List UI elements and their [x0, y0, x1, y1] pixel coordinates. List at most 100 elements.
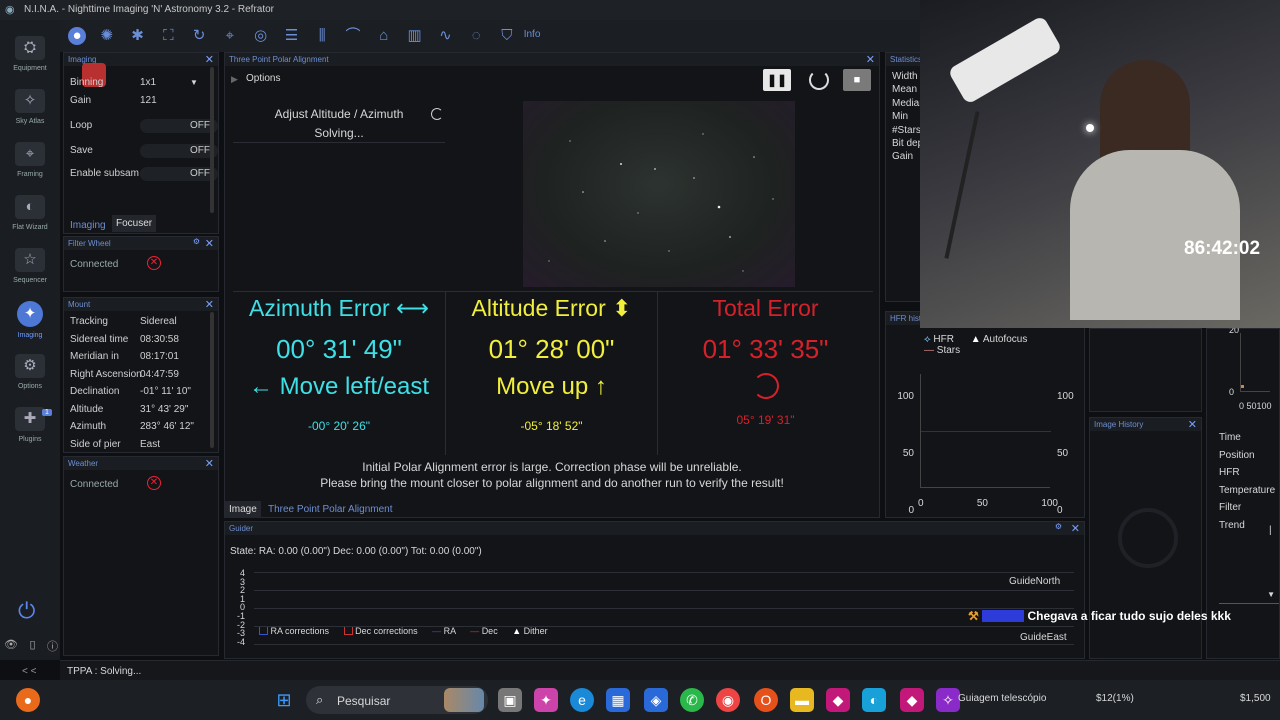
taskbar-item-guiding[interactable]: Guiagem telescópio — [958, 693, 1046, 704]
pause-button[interactable]: ❚❚ — [763, 69, 791, 91]
trend-indicator: | — [1269, 525, 1272, 536]
power-icon[interactable]: ⏻ — [18, 598, 35, 624]
camera-icon[interactable]: ● — [68, 27, 86, 45]
info-tab[interactable]: Info — [524, 29, 541, 40]
total-error: Total Error 01° 33' 35" 05° 19' 31" — [658, 291, 873, 453]
altitude-error-sub: -05° 18' 52" — [520, 419, 583, 433]
nina-icon[interactable]: ✧ — [936, 688, 960, 712]
save-toggle[interactable]: OFF — [140, 144, 218, 158]
nav-plugins[interactable]: ✚ Plugins 1 — [0, 407, 60, 454]
chrome-icon[interactable]: ◉ — [716, 688, 740, 712]
stop-button[interactable]: ■ — [843, 69, 871, 91]
app3-icon[interactable]: ◆ — [900, 688, 924, 712]
opera-icon[interactable]: O — [754, 688, 778, 712]
nav-framing[interactable]: ⌖ Framing — [0, 142, 60, 189]
settings-icon[interactable]: ⚙ — [1055, 522, 1062, 531]
binning-select[interactable]: 1x1 — [140, 77, 156, 88]
chevron-down-icon[interactable]: ▼ — [1267, 590, 1275, 599]
scrollbar[interactable] — [210, 312, 214, 448]
tab-tppa[interactable]: Three Point Polar Alignment — [264, 501, 397, 518]
house-icon[interactable]: ⌂ — [372, 25, 396, 47]
shield-icon[interactable]: ⛉ — [495, 25, 519, 47]
loop-toggle[interactable]: OFF — [140, 119, 218, 133]
file-explorer-icon[interactable]: ▬ — [790, 688, 814, 712]
wave-icon[interactable]: ∿ — [433, 25, 457, 47]
rotator-icon[interactable]: ↻ — [187, 25, 211, 47]
chat-username-badge — [982, 610, 1025, 622]
nav-sky-atlas[interactable]: ✧ Sky Atlas — [0, 89, 60, 136]
copilot-icon[interactable]: ✦ — [534, 688, 558, 712]
whatsapp-icon[interactable]: ✆ — [680, 688, 704, 712]
search-placeholder: Pesquisar — [337, 694, 391, 708]
app2-icon[interactable]: ◐ — [862, 688, 886, 712]
subsample-toggle[interactable]: OFF — [140, 167, 218, 181]
mount-row: Tracking Sidereal — [64, 313, 218, 331]
sliders-icon[interactable]: ⫼ — [310, 25, 334, 47]
close-icon[interactable]: ✕ — [1188, 418, 1197, 431]
status-bar: TPPA : Solving... — [60, 660, 1280, 680]
save-row: Save OFF — [64, 142, 218, 160]
nav-sequencer[interactable]: ☆ Sequencer — [0, 248, 60, 295]
stars — [548, 133, 774, 272]
bulb-icon[interactable]: ◌ — [464, 25, 488, 47]
tab-image[interactable]: Image — [225, 501, 261, 518]
mount-row: Altitude 31° 43' 29" — [64, 401, 218, 419]
gain-input[interactable]: 121 — [140, 95, 157, 106]
mount-panel: Mount ✕ Tracking Sidereal Sidereal time 08:3… — [63, 297, 219, 453]
dropdown[interactable]: ▼ — [1219, 586, 1279, 604]
equipment-icon: ⛭ — [15, 36, 45, 60]
scrollbar[interactable] — [210, 67, 214, 213]
obs-icon[interactable]: ◆ — [826, 688, 850, 712]
close-icon[interactable]: ✕ — [205, 457, 214, 470]
book-icon[interactable]: ▯ — [29, 638, 35, 654]
legend-dither: ▲ Dither — [512, 626, 548, 636]
telescope-icon[interactable]: ⌖ — [218, 25, 242, 47]
edge-icon[interactable]: e — [570, 688, 594, 712]
store-icon[interactable]: ▦ — [606, 688, 630, 712]
mount-key: Sidereal time — [70, 333, 129, 345]
close-icon[interactable]: ✕ — [1071, 522, 1080, 535]
connection-status: Connected — [70, 259, 119, 270]
close-icon[interactable]: ✕ — [205, 298, 214, 311]
hfr-x-axis: 0 50 100 — [918, 498, 1058, 509]
panel-title: Guider — [229, 524, 254, 533]
options-toggle[interactable]: Options — [246, 73, 280, 84]
tab-imaging[interactable]: Imaging — [66, 217, 110, 234]
webcam-overlay: 86:42:02 — [920, 0, 1280, 328]
x-ticks: 0 50100 — [1239, 401, 1272, 411]
close-icon[interactable]: ✕ — [205, 53, 214, 66]
app-icon[interactable]: ◈ — [644, 688, 668, 712]
info-icon[interactable]: ⓘ — [47, 638, 58, 654]
nav-options[interactable]: ⚙ Options — [0, 354, 60, 401]
firefox-icon[interactable]: ● — [16, 688, 40, 712]
expand-icon[interactable]: ▶ — [231, 74, 238, 85]
nav-imaging[interactable]: ✦ Imaging — [0, 301, 60, 348]
filter-wheel-icon[interactable]: ✱ — [126, 25, 150, 47]
search-box[interactable]: ⌕ Pesquisar — [306, 686, 488, 714]
legend-hfr: ⟡ HFR — [924, 334, 954, 345]
mount-row: Declination -01° 11' 10" — [64, 383, 218, 401]
dome-icon[interactable]: ⌒ — [341, 25, 365, 47]
target-icon[interactable]: ◎ — [249, 25, 273, 47]
nav-label: Sequencer — [13, 277, 47, 284]
eye-icon[interactable]: 👁 — [4, 638, 18, 654]
nav-equipment[interactable]: ⛭ Equipment — [0, 36, 60, 83]
subsample-row: Enable subsam OFF — [64, 165, 218, 183]
start-icon[interactable]: ⊞ — [272, 688, 296, 712]
chevron-down-icon[interactable]: ▼ — [190, 78, 198, 87]
settings-icon[interactable]: ⚙ — [193, 237, 200, 246]
mount-key: Tracking — [70, 316, 108, 327]
aperture-icon[interactable]: ✺ — [95, 25, 119, 47]
close-icon[interactable]: ✕ — [866, 53, 875, 66]
nav-label: Options — [17, 383, 43, 390]
list-icon[interactable]: ☰ — [279, 25, 303, 47]
bar-chart-icon[interactable]: ▥ — [403, 25, 427, 47]
task-view-icon[interactable]: ▣ — [498, 688, 522, 712]
azimuth-error: Azimuth Error ⟷ 00° 31' 49" ← Move left/… — [233, 291, 445, 453]
nav-flat-wizard[interactable]: ◐ Flat Wizard — [0, 195, 60, 242]
collapse-button[interactable]: < < — [22, 666, 36, 677]
tab-focuser[interactable]: Focuser — [112, 215, 157, 232]
close-icon[interactable]: ✕ — [205, 237, 214, 250]
warning-line-1: Initial Polar Alignment error is large. … — [362, 460, 742, 474]
focus-frame-icon[interactable]: ⛶ — [156, 25, 180, 47]
